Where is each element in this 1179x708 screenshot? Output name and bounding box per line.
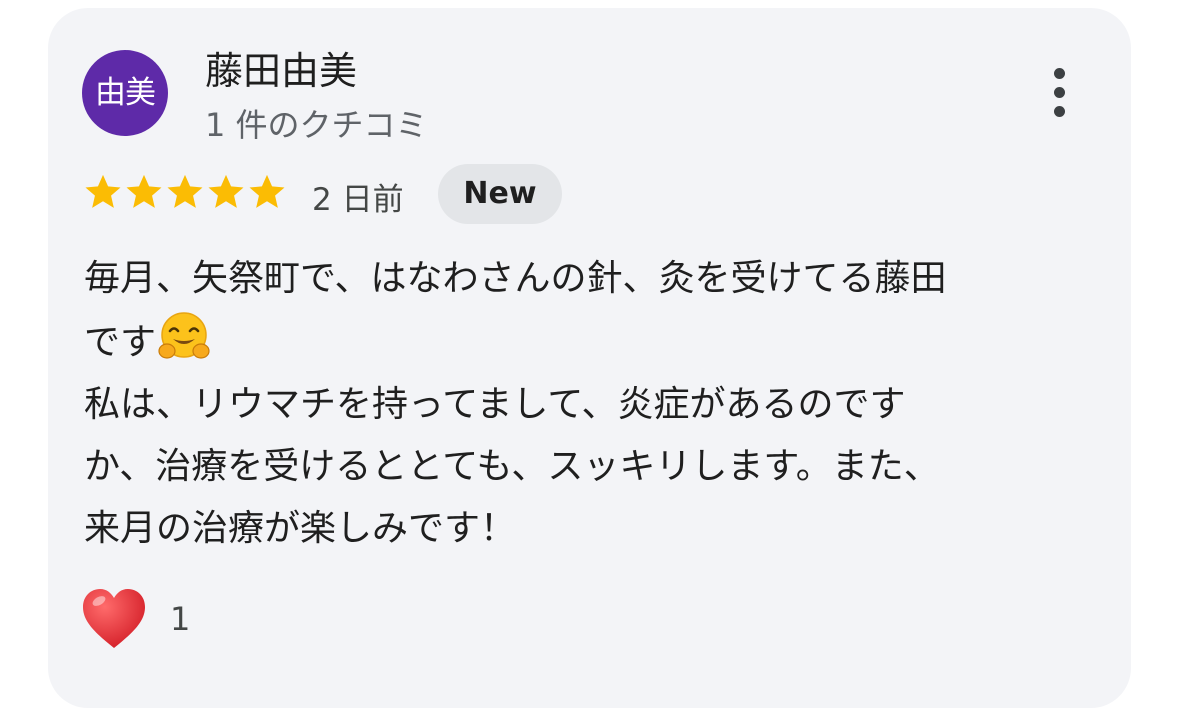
review-count: 1 件のクチコミ bbox=[205, 106, 428, 144]
review-line: です bbox=[84, 310, 1114, 374]
hugging-face-emoji bbox=[158, 312, 210, 359]
author-name[interactable]: 藤田由美 bbox=[205, 40, 357, 95]
star-icon bbox=[85, 174, 121, 208]
review-line: 毎月、矢祭町で、はなわさんの針、灸を受けてる藤田 bbox=[84, 258, 947, 299]
star-icon bbox=[208, 174, 244, 208]
review-line-text: です bbox=[84, 322, 157, 363]
star-icon bbox=[167, 174, 203, 208]
heart-icon bbox=[83, 589, 145, 648]
like-reaction-button[interactable]: 1 bbox=[80, 586, 220, 656]
more-vert-icon-dot bbox=[1054, 87, 1065, 98]
avatar[interactable]: 由美 bbox=[82, 50, 168, 136]
review-line: 来月の治療が楽しみです！ bbox=[84, 508, 517, 549]
review-date: 2 日前 bbox=[312, 182, 404, 218]
star-icon bbox=[126, 174, 162, 208]
new-badge: New bbox=[438, 164, 562, 224]
star-icon bbox=[249, 174, 285, 208]
review-line: 私は、リウマチを持ってまして、炎症があるのです bbox=[84, 384, 906, 425]
more-options-button[interactable] bbox=[1040, 64, 1080, 120]
more-vert-icon-dot bbox=[1054, 106, 1065, 117]
reaction-count: 1 bbox=[170, 600, 191, 638]
review-line: か、治療を受けるととても、スッキリします。また、 bbox=[84, 446, 940, 487]
review-text: 毎月、矢祭町で、はなわさんの針、灸を受けてる藤田 です 私は、リウマチを持ってま… bbox=[84, 248, 1114, 560]
rating-row: 2 日前 New bbox=[82, 163, 682, 225]
more-vert-icon bbox=[1054, 68, 1065, 79]
